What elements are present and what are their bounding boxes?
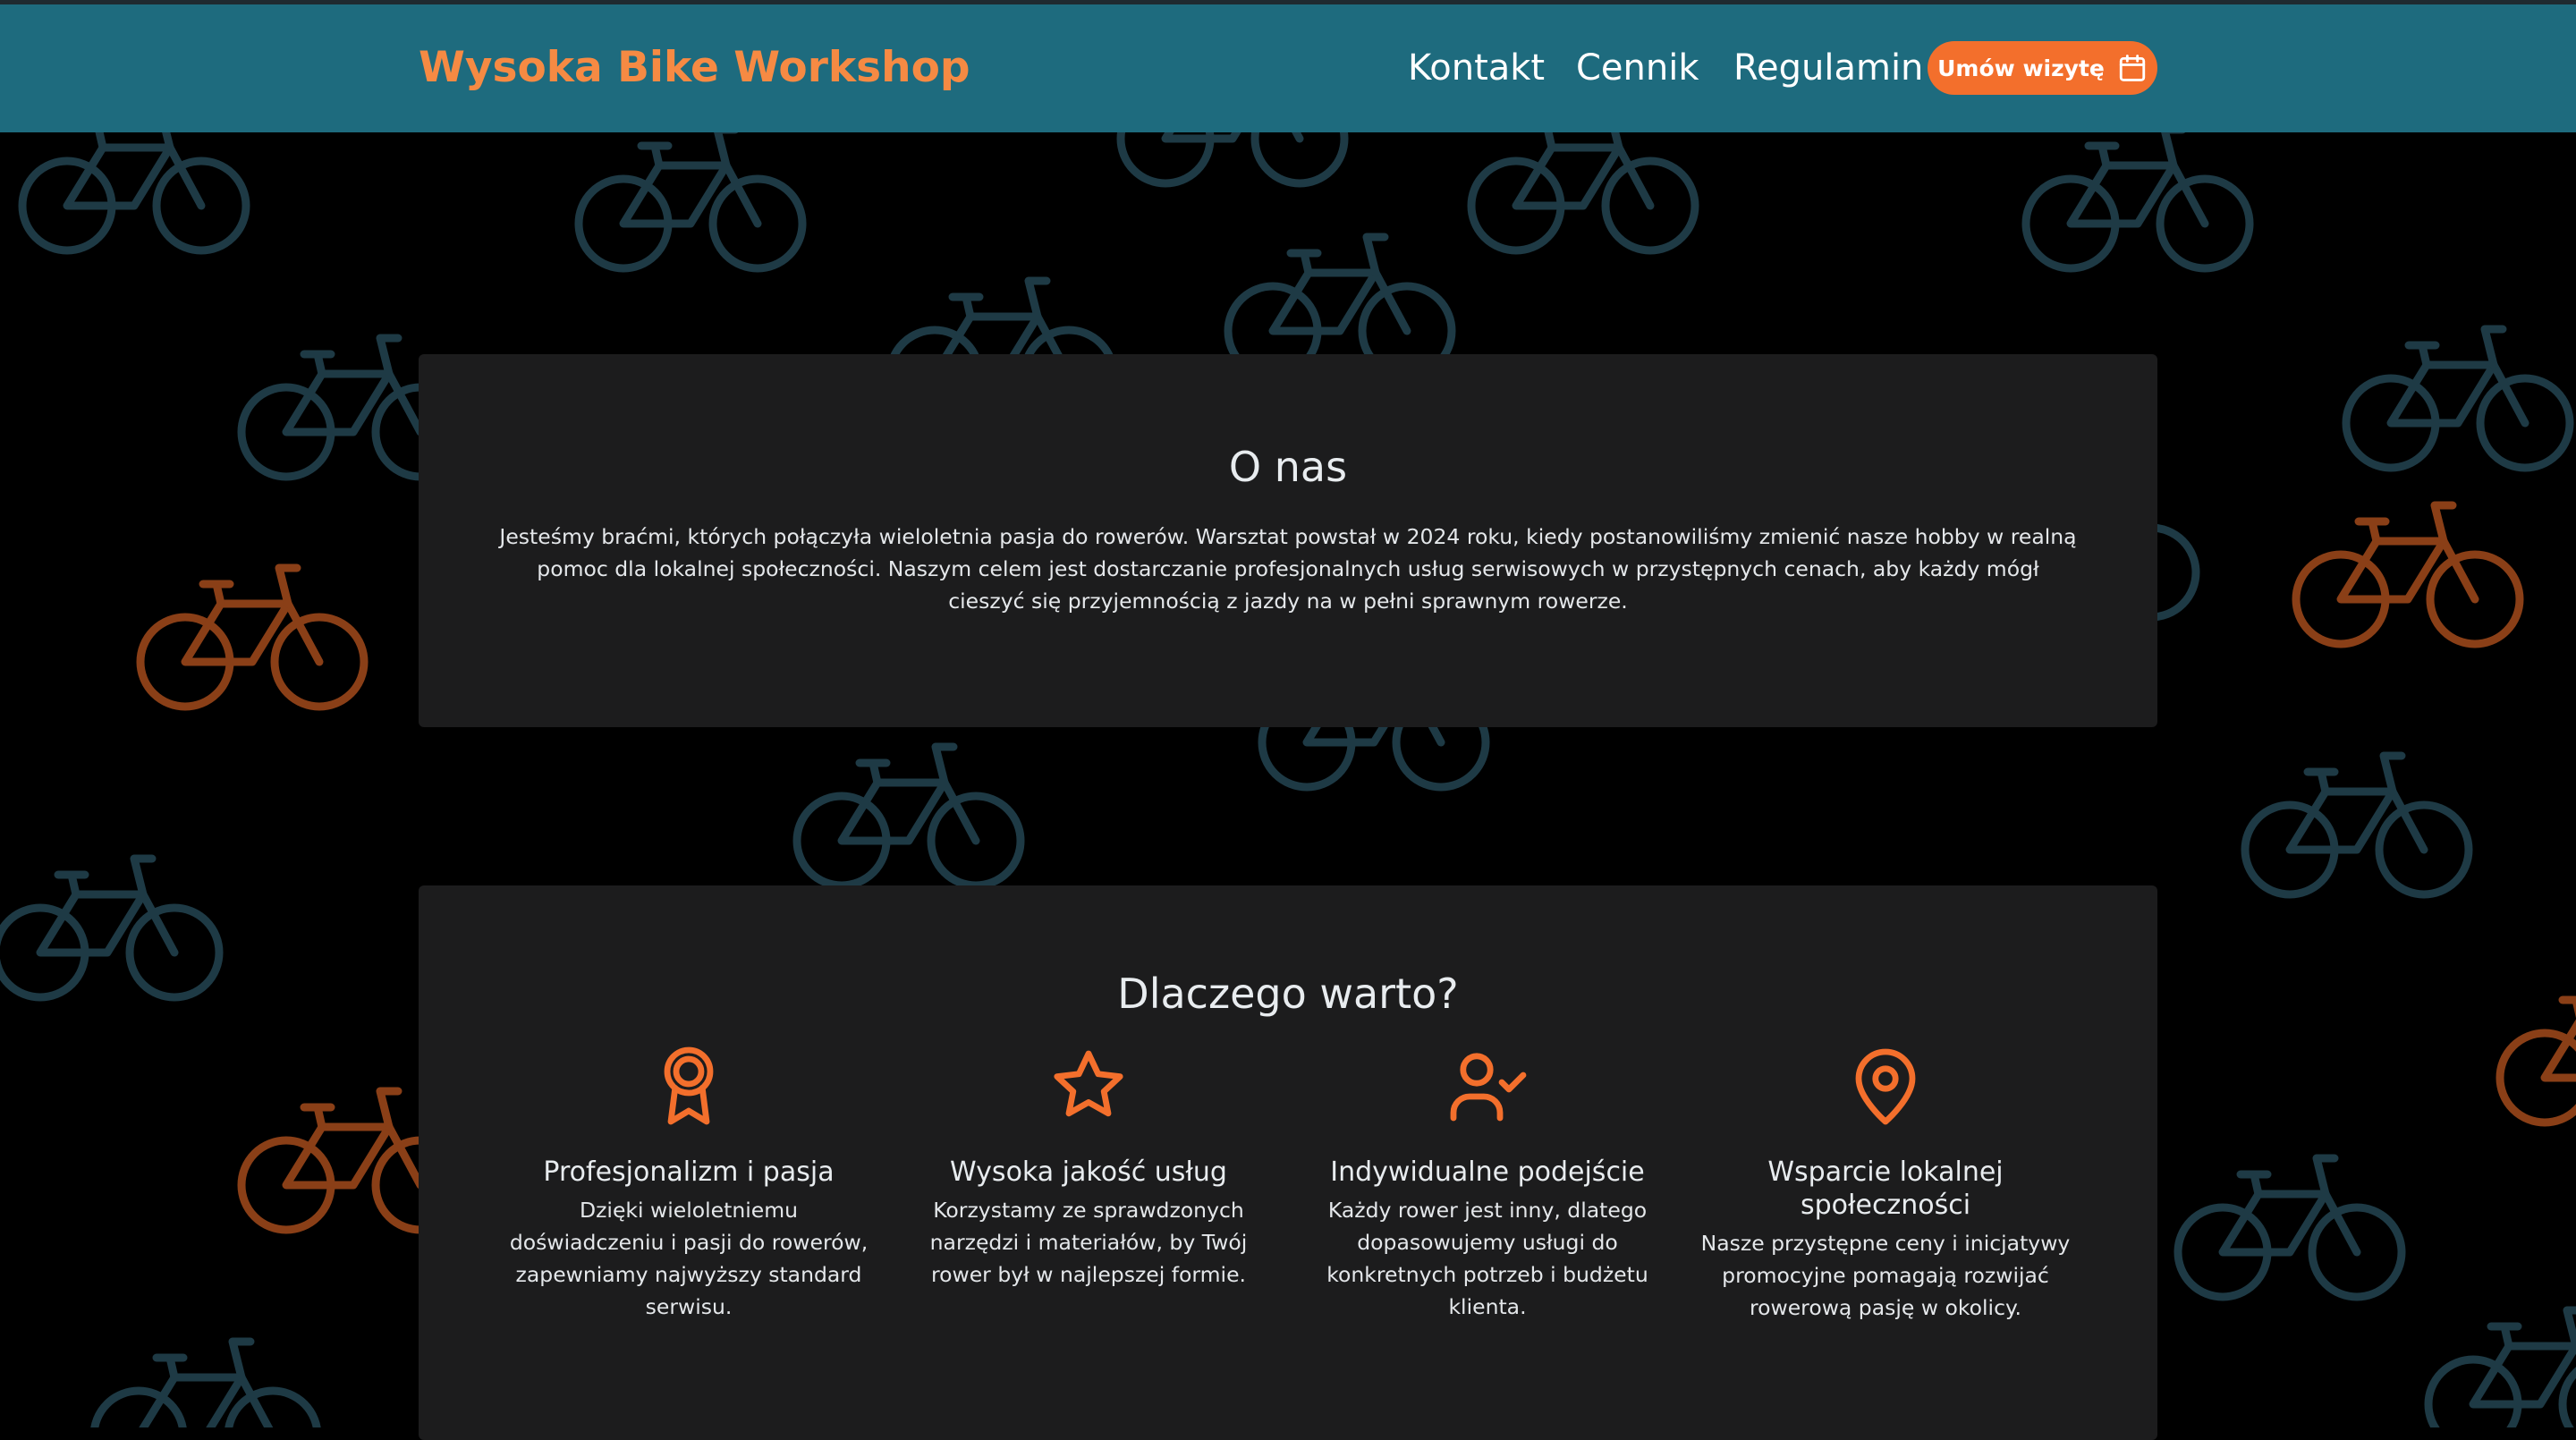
about-text: Jesteśmy braćmi, których połączyła wielo…	[499, 524, 2077, 614]
feature-description: Nasze przystępne ceny i inicjatywy promo…	[1700, 1231, 2071, 1320]
feature-professionalism: Profesjonalizm i pasja Dzięki wieloletni…	[501, 1043, 877, 1323]
star-icon	[1054, 1050, 1123, 1117]
browser-edge-strip	[0, 0, 2576, 4]
feature-description: Korzystamy ze sprawdzonych narzędzi i ma…	[929, 1198, 1248, 1287]
why-title: Dlaczego warto?	[1117, 970, 1459, 1018]
top-navigation-bar: Wysoka Bike Workshop Kontakt Cennik Regu…	[0, 0, 2576, 132]
nav-link-regulamin[interactable]: Regulamin	[1733, 41, 1923, 95]
calendar-icon	[2119, 55, 2146, 81]
feature-title: Wysoka jakość usług	[950, 1156, 1227, 1188]
brand-logo[interactable]: Wysoka Bike Workshop	[419, 41, 970, 95]
feature-quality: Wysoka jakość usług Korzystamy ze sprawd…	[901, 1043, 1276, 1291]
book-visit-button[interactable]: Umów wizytę	[1928, 41, 2157, 95]
map-pin-icon	[1855, 1048, 1916, 1125]
nav-link-cennik[interactable]: Cennik	[1576, 41, 1699, 95]
about-title: O nas	[1228, 443, 1348, 491]
feature-title: Wsparcie lokalnej społeczności	[1767, 1156, 2004, 1221]
feature-community-support: Wsparcie lokalnej społeczności Nasze prz…	[1698, 1043, 2073, 1324]
feature-title: Profesjonalizm i pasja	[543, 1156, 835, 1188]
feature-individual-approach: Indywidualne podejście Każdy rower jest …	[1300, 1043, 1675, 1323]
feature-description: Każdy rower jest inny, dlatego dopasowuj…	[1326, 1198, 1648, 1319]
book-visit-label: Umów wizytę	[1937, 55, 2105, 81]
feature-description: Dzięki wieloletniemu doświadczeniu i pas…	[509, 1198, 869, 1319]
feature-title: Indywidualne podejście	[1330, 1156, 1645, 1188]
award-icon	[664, 1046, 714, 1125]
nav-link-kontakt[interactable]: Kontakt	[1408, 41, 1545, 95]
user-check-icon	[1450, 1053, 1527, 1122]
